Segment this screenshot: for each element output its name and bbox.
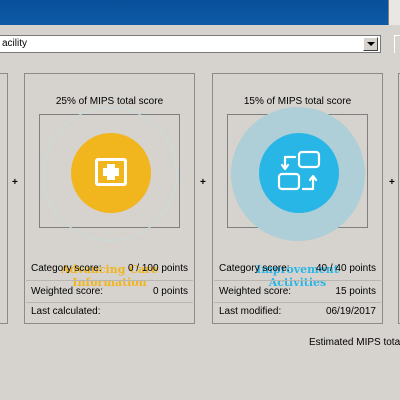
card-weight-header: 25% of MIPS total score	[55, 96, 164, 107]
last-modified-value: 06/19/2017	[325, 306, 376, 317]
category-score-row: Category score: 40 / 40 points	[219, 263, 376, 277]
row-divider	[26, 280, 193, 281]
weighted-score-row: Weighted score: 0 points	[31, 286, 188, 300]
row-divider	[214, 280, 381, 281]
last-calculated-row: Last calculated:	[31, 306, 188, 320]
chevron-down-icon[interactable]	[363, 37, 378, 51]
plus-sign: +	[389, 177, 395, 188]
plus-sign: +	[200, 177, 206, 188]
window-control-button[interactable]	[388, 0, 400, 25]
category-card-partial-left	[0, 73, 8, 324]
category-score-value: 40 / 40 points	[315, 263, 376, 274]
weighted-score-value: 15 points	[335, 286, 376, 297]
category-card-improvement-activities: 15% of MIPS total score Improvement Acti…	[212, 73, 383, 324]
facility-dropdown-value: acility	[2, 38, 28, 49]
weighted-score-label: Weighted score:	[31, 286, 104, 297]
category-score-value: 0 / 100 points	[127, 263, 188, 274]
weighted-score-value: 0 points	[152, 286, 188, 297]
row-divider	[26, 302, 193, 303]
category-score-row: Category score: 0 / 100 points	[31, 263, 188, 277]
cycle-arrows-icon	[259, 133, 339, 213]
category-icon-frame[interactable]: Advancing Care Information	[39, 107, 180, 289]
facility-dropdown[interactable]: acility	[0, 35, 381, 53]
window-title-bar	[0, 0, 388, 25]
plus-sign: +	[12, 177, 18, 188]
card-weight-header: 15% of MIPS total score	[243, 96, 352, 107]
category-score-label: Category score:	[31, 263, 102, 274]
last-modified-label: Last modified:	[219, 306, 282, 317]
estimated-mips-total-label: Estimated MIPS tota	[309, 337, 400, 348]
category-card-advancing-care: 25% of MIPS total score Advancing Care I…	[24, 73, 195, 324]
category-score-label: Category score:	[219, 263, 290, 274]
category-icon-frame[interactable]: Improvement Activities	[227, 107, 368, 289]
last-calculated-label: Last calculated:	[31, 306, 101, 317]
last-modified-row: Last modified: 06/19/2017	[219, 306, 376, 320]
weighted-score-row: Weighted score: 15 points	[219, 286, 376, 300]
row-divider	[214, 302, 381, 303]
first-aid-kit-icon	[71, 133, 151, 213]
weighted-score-label: Weighted score:	[219, 286, 292, 297]
side-button[interactable]	[394, 35, 400, 53]
